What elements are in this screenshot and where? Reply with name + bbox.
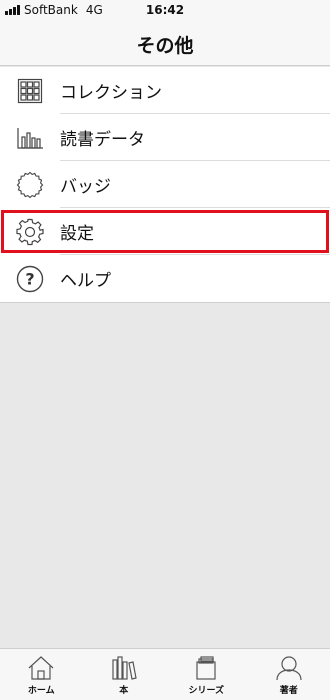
author-icon bbox=[276, 656, 302, 681]
tab-home[interactable]: ホーム bbox=[0, 649, 83, 700]
screen: SoftBank 4G 16:42 その他 コレクション 読書データ バッジ 設… bbox=[0, 0, 330, 700]
grid-icon bbox=[0, 67, 60, 114]
menu-item-badge[interactable]: バッジ bbox=[0, 161, 330, 208]
tab-label: 本 bbox=[119, 686, 129, 696]
page-title: その他 bbox=[136, 35, 194, 57]
menu-list: コレクション 読書データ バッジ 設定 ? ヘルプ bbox=[0, 67, 330, 303]
gear-icon bbox=[0, 208, 60, 255]
navigation-bar: その他 bbox=[0, 22, 330, 66]
menu-item-help[interactable]: ? ヘルプ bbox=[0, 255, 330, 302]
status-time: 16:42 bbox=[145, 3, 185, 17]
books-icon bbox=[112, 656, 137, 680]
badge-icon bbox=[0, 161, 60, 208]
help-icon: ? bbox=[0, 255, 60, 302]
menu-item-reading-data[interactable]: 読書データ bbox=[0, 114, 330, 161]
home-icon bbox=[28, 656, 54, 680]
series-icon bbox=[196, 656, 216, 680]
tab-series[interactable]: シリーズ bbox=[165, 649, 248, 700]
menu-item-label: コレクション bbox=[60, 83, 162, 103]
menu-item-label: ヘルプ bbox=[60, 271, 111, 291]
tab-bar: ホーム 本 シリーズ 著者 bbox=[0, 648, 330, 700]
tab-books[interactable]: 本 bbox=[83, 649, 166, 700]
menu-item-label: 設定 bbox=[60, 224, 94, 244]
menu-item-settings[interactable]: 設定 bbox=[0, 208, 330, 255]
tab-label: シリーズ bbox=[188, 686, 225, 696]
tab-label: 著者 bbox=[279, 686, 298, 696]
svg-text:?: ? bbox=[25, 269, 34, 288]
tab-label: ホーム bbox=[27, 686, 55, 696]
status-bar: SoftBank 4G 16:42 bbox=[0, 0, 330, 22]
menu-item-collection[interactable]: コレクション bbox=[0, 67, 330, 114]
tab-authors[interactable]: 著者 bbox=[248, 649, 330, 700]
bar-chart-icon bbox=[0, 114, 60, 161]
menu-item-label: 読書データ bbox=[60, 130, 145, 150]
menu-item-label: バッジ bbox=[60, 177, 111, 197]
